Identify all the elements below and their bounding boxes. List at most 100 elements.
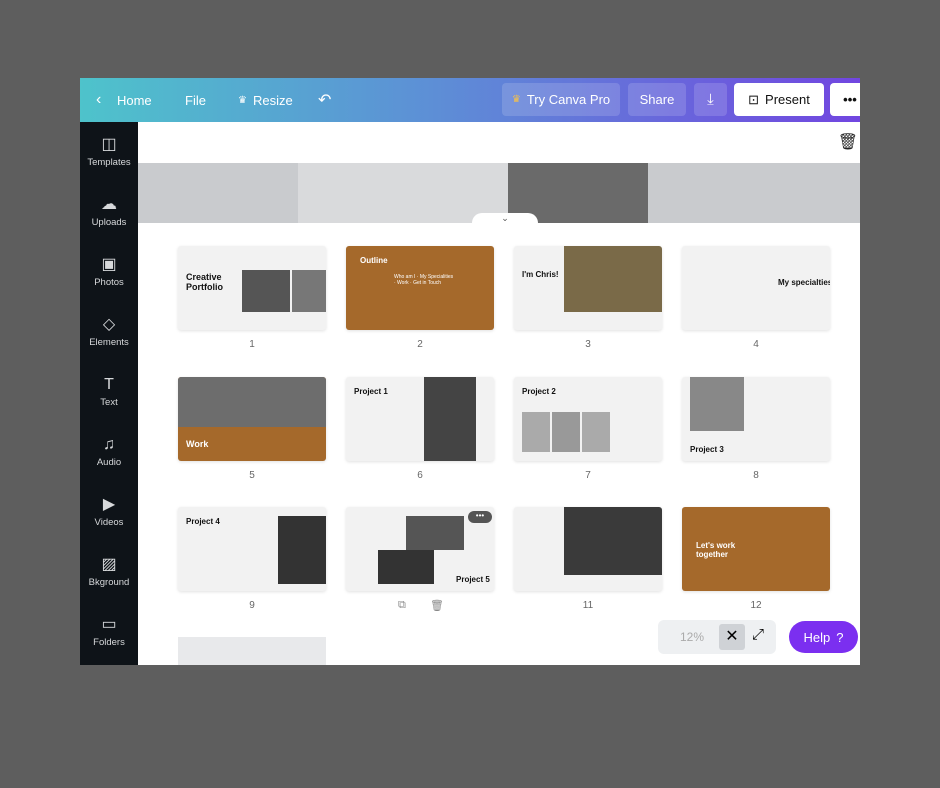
file-label: File bbox=[185, 92, 206, 108]
page-thumbnail[interactable]: Outline Who am I · My Specialities · Work… bbox=[346, 246, 494, 330]
top-bar: ‹ Home File ♛ Resize ↶ ♛ Try Canva Pro Sha… bbox=[80, 78, 860, 122]
sidebar-item-label: Text bbox=[100, 396, 118, 408]
page-number: 5 bbox=[249, 470, 255, 481]
text-icon: T bbox=[104, 375, 114, 393]
page-title: Project 1 bbox=[354, 387, 388, 396]
crown-icon: ♛ bbox=[238, 94, 247, 106]
page-number: 7 bbox=[585, 470, 591, 481]
page-title: My specialties bbox=[778, 278, 830, 287]
share-button[interactable]: Share bbox=[628, 83, 686, 116]
page-options-button[interactable]: ••• bbox=[468, 511, 492, 523]
page-title: Creative Portfolio bbox=[186, 272, 223, 292]
sidebar-item-videos[interactable]: ▶ Videos bbox=[80, 482, 138, 542]
page-number: 4 bbox=[753, 339, 759, 350]
present-button[interactable]: ⊡ Present bbox=[734, 83, 824, 116]
page-thumbnail[interactable]: My specialties bbox=[682, 246, 830, 330]
zoom-controls: 12% ✕ ⤢ bbox=[658, 620, 776, 654]
sidebar-item-label: Folders bbox=[93, 636, 125, 648]
photos-icon: ▣ bbox=[101, 255, 117, 273]
page-title: I'm Chris! bbox=[522, 270, 559, 279]
uploads-icon: ☁ bbox=[101, 195, 117, 213]
fullscreen-icon[interactable]: ⤢ bbox=[752, 626, 764, 643]
sidebar-item-elements[interactable]: ◇ Elements bbox=[80, 302, 138, 362]
try-canva-pro-button[interactable]: ♛ Try Canva Pro bbox=[502, 83, 620, 116]
sidebar-item-label: Elements bbox=[89, 336, 129, 348]
page-title: Project 5 bbox=[456, 575, 490, 584]
sidebar-item-folders[interactable]: ▭ Folders bbox=[80, 602, 138, 662]
sidebar-item-label: Videos bbox=[94, 516, 124, 528]
close-grid-icon[interactable]: ✕ bbox=[719, 624, 745, 650]
sidebar-item-bkground[interactable]: ▨ Bkground bbox=[80, 542, 138, 602]
outline-items: Who am I · My Specialities · Work · Get … bbox=[394, 274, 454, 286]
share-label: Share bbox=[639, 92, 675, 107]
page-thumbnail[interactable]: Project 2 bbox=[514, 377, 662, 461]
page-title: Project 3 bbox=[690, 445, 724, 454]
delete-page-icon[interactable]: 🗑 bbox=[430, 599, 444, 612]
sidebar-item-label: Bkground bbox=[88, 576, 130, 588]
sidebar-item-audio[interactable]: ♫ Audio bbox=[80, 422, 138, 482]
undo-icon[interactable]: ↶ bbox=[318, 78, 331, 122]
download-button[interactable]: ⤓ bbox=[694, 83, 727, 116]
help-label: Help bbox=[803, 629, 831, 645]
page-title: Let's work together bbox=[696, 541, 736, 559]
help-icon: ? bbox=[836, 629, 844, 645]
page-number: 3 bbox=[585, 339, 591, 350]
add-page-placeholder[interactable] bbox=[178, 637, 326, 665]
page-number: 12 bbox=[750, 600, 762, 611]
sidebar-item-label: Photos bbox=[94, 276, 124, 288]
page-thumbnail[interactable]: ••• Project 5 bbox=[346, 507, 494, 591]
sidebar-item-label: Templates bbox=[87, 156, 131, 168]
page-thumbnail[interactable]: I'm Chris! bbox=[514, 246, 662, 330]
sidebar-item-uploads[interactable]: ☁ Uploads bbox=[80, 182, 138, 242]
page-title: Project 2 bbox=[522, 387, 556, 396]
home-label: Home bbox=[116, 92, 152, 108]
home-button[interactable]: ‹ Home bbox=[96, 78, 152, 122]
file-menu[interactable]: File bbox=[185, 78, 206, 122]
page-number: 9 bbox=[249, 600, 255, 611]
sidebar-item-label: Audio bbox=[96, 456, 122, 468]
page-number: 1 bbox=[249, 339, 255, 350]
crown-icon: ♛ bbox=[511, 94, 521, 105]
page-number: 11 bbox=[582, 600, 594, 611]
page-number: 2 bbox=[417, 339, 423, 350]
videos-icon: ▶ bbox=[102, 495, 116, 513]
sidebar-item-photos[interactable]: ▣ Photos bbox=[80, 242, 138, 302]
page-title: Outline bbox=[360, 256, 388, 265]
bkground-icon: ▨ bbox=[101, 555, 117, 573]
sidebar: ◫ Templates ☁ Uploads ▣ Photos ◇ Elements T Text ♫… bbox=[80, 122, 138, 665]
page-thumbnail[interactable]: Project 3 bbox=[682, 377, 830, 461]
duplicate-page-icon[interactable]: ⧉ bbox=[398, 599, 406, 612]
folders-icon: ▭ bbox=[101, 615, 117, 633]
page-thumbnail[interactable]: Work bbox=[178, 377, 326, 461]
present-label: Present bbox=[765, 92, 810, 107]
download-icon: ⤓ bbox=[707, 91, 714, 108]
page-thumbnail[interactable]: Project 4 bbox=[178, 507, 326, 591]
elements-icon: ◇ bbox=[102, 315, 116, 333]
page-number: 8 bbox=[753, 470, 759, 481]
resize-button[interactable]: ♛ Resize bbox=[238, 78, 293, 122]
sidebar-item-templates[interactable]: ◫ Templates bbox=[80, 122, 138, 182]
more-icon: ••• bbox=[843, 92, 857, 107]
present-icon: ⊡ bbox=[748, 91, 760, 107]
sidebar-item-text[interactable]: T Text bbox=[80, 362, 138, 422]
chevron-down-icon: ⌄ bbox=[501, 213, 509, 223]
help-button[interactable]: Help? bbox=[789, 621, 858, 653]
more-button[interactable]: ••• bbox=[830, 83, 860, 116]
resize-label: Resize bbox=[252, 92, 293, 108]
try-pro-label: Try Canva Pro bbox=[526, 92, 611, 107]
audio-icon: ♫ bbox=[103, 435, 115, 453]
sidebar-item-label: Uploads bbox=[91, 216, 127, 228]
page-number: 6 bbox=[417, 470, 423, 481]
page-title: Work bbox=[186, 439, 209, 449]
page-thumbnail[interactable]: Let's work together bbox=[682, 507, 830, 591]
page-thumbnail[interactable] bbox=[514, 507, 662, 591]
page-thumbnail[interactable]: Creative Portfolio bbox=[178, 246, 326, 330]
templates-icon: ◫ bbox=[101, 135, 117, 153]
collapse-grid-button[interactable]: ⌄ bbox=[472, 213, 538, 227]
trash-icon[interactable]: 🗑 bbox=[838, 132, 858, 152]
page-title: Project 4 bbox=[186, 517, 220, 526]
zoom-value[interactable]: 12% bbox=[680, 630, 704, 644]
page-thumbnail[interactable]: Project 1 bbox=[346, 377, 494, 461]
editor-window: ‹ Home File ♛ Resize ↶ ♛ Try Canva Pro Sha… bbox=[80, 78, 860, 665]
chevron-left-icon: ‹ bbox=[96, 91, 102, 108]
